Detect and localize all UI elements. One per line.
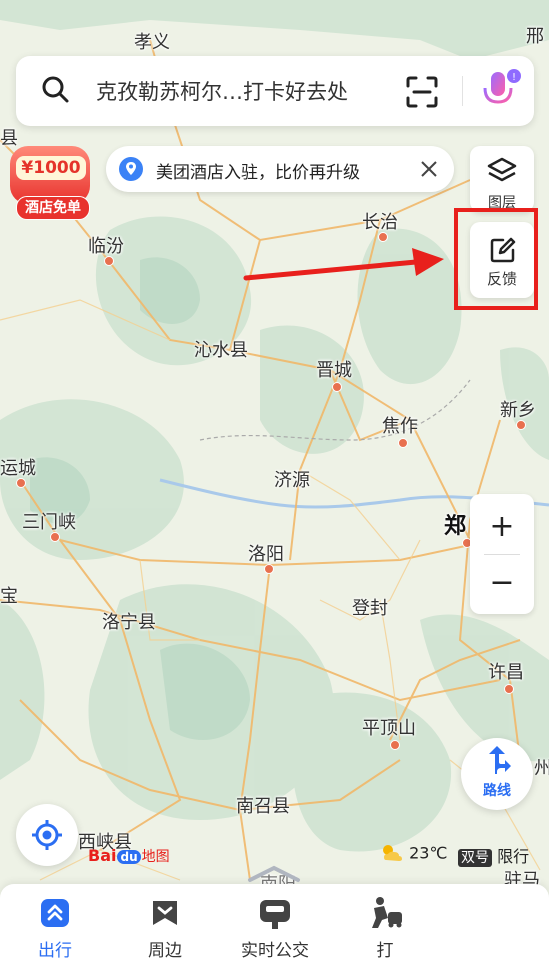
city-dot (398, 438, 408, 448)
tab-label: 出行 (38, 941, 72, 961)
city-label: 沁水县 (194, 340, 248, 361)
city-label: 长治 (362, 212, 398, 233)
search-bar[interactable]: 克孜勒苏柯尔…打卡好去处 ! (16, 56, 534, 126)
zoom-in-button[interactable]: + (470, 500, 534, 554)
voice-assistant-icon[interactable]: ! (478, 68, 522, 114)
drag-handle[interactable] (246, 864, 302, 884)
tab-taxi[interactable]: 打 (330, 884, 440, 976)
route-label: 路线 (483, 783, 511, 799)
city-label: 济源 (274, 470, 310, 491)
close-icon[interactable] (420, 160, 438, 178)
city-dot (332, 382, 342, 392)
hotel-promo-badge[interactable]: ¥1000 酒店免单 (10, 146, 90, 220)
route-button[interactable]: 路线 (461, 738, 533, 810)
city-dot (50, 532, 60, 542)
city-dot (516, 420, 526, 430)
baidu-logo-map: 地图 (141, 849, 170, 865)
tab-label: 实时公交 (241, 941, 309, 961)
city-label: 洛宁县 (102, 612, 156, 633)
nearby-icon (153, 901, 177, 925)
annotation-arrow (243, 248, 444, 281)
plate-tag: 双号 (458, 849, 492, 867)
city-dot (104, 256, 114, 266)
banner-text: 美团酒店入驻，比价再升级 (156, 163, 360, 183)
promo-label: 酒店免单 (16, 196, 90, 220)
city-dot (264, 564, 274, 574)
city-label: 南召县 (236, 796, 290, 817)
city-label: 晋城 (316, 360, 352, 381)
zoom-divider (484, 554, 520, 555)
city-dot (390, 740, 400, 750)
locate-button[interactable] (16, 804, 78, 866)
baidu-logo: Bai du 地图 (88, 846, 170, 868)
search-icon (42, 76, 69, 103)
city-label: 登封 (352, 598, 388, 619)
plate-restriction[interactable]: 双号 限行 (458, 843, 529, 869)
tab-label: 周边 (148, 941, 182, 961)
city-label: 州 (534, 758, 549, 779)
city-dot (16, 478, 26, 488)
city-label: 洛阳 (248, 544, 284, 565)
scan-icon[interactable] (406, 76, 438, 108)
city-label: 许昌 (488, 662, 524, 683)
taxi-icon (372, 897, 402, 928)
city-label: 郑 (444, 514, 467, 539)
zoom-controls: + − (470, 494, 534, 614)
weather-sunny-cloud-icon (383, 845, 402, 861)
locate-icon (32, 820, 62, 850)
search-query-text[interactable]: 克孜勒苏柯尔…打卡好去处 (96, 76, 348, 106)
hotel-banner[interactable]: 美团酒店入驻，比价再升级 (106, 146, 454, 192)
zoom-out-button[interactable]: − (470, 556, 534, 610)
location-pin-icon (119, 157, 143, 181)
travel-icon (41, 899, 69, 927)
layers-button[interactable]: 图层 (470, 146, 534, 212)
city-label: 邢 (526, 26, 544, 47)
divider (462, 76, 463, 106)
tab-nearby[interactable]: 周边 (110, 884, 220, 976)
paw-icon: du (117, 850, 141, 864)
city-dot (504, 684, 514, 694)
plate-text: 限行 (497, 847, 530, 866)
city-label: 孝义 (134, 32, 170, 53)
tab-travel[interactable]: 出行 (0, 884, 110, 976)
weather-temp: 23℃ (409, 843, 448, 863)
promo-amount: ¥1000 (16, 156, 86, 180)
tab-label: 打 (376, 941, 394, 961)
city-label: 运城 (0, 458, 36, 479)
city-label: 焦作 (382, 416, 418, 437)
city-label: 临汾 (88, 236, 124, 257)
svg-text:!: ! (512, 72, 516, 83)
bottom-tab-bar: 出行 周边 实时公交 打 (0, 865, 549, 976)
chevron-up-icon (248, 865, 300, 882)
baidu-logo-bai: Bai (88, 846, 117, 865)
weather[interactable]: 23℃ (380, 842, 447, 868)
bus-icon (260, 900, 290, 929)
city-label: 平顶山 (362, 718, 416, 739)
annotation-box (454, 208, 538, 310)
city-label: 宝 (0, 586, 18, 607)
city-label: 新乡 (500, 400, 536, 421)
layers-icon (487, 157, 517, 182)
route-arrow-icon (489, 746, 511, 774)
tab-realtime-bus[interactable]: 实时公交 (220, 884, 330, 976)
city-label: 三门峡 (22, 512, 76, 533)
